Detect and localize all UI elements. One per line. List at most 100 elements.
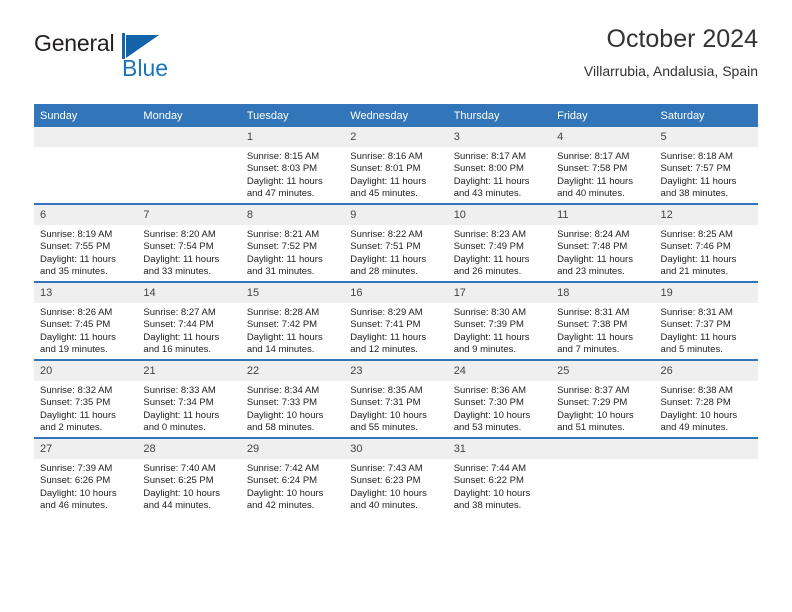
day-daylight1-text: Daylight: 11 hours: [660, 253, 737, 265]
calendar-cell-day[interactable]: 29 Sunrise: 7:42 AM Sunset: 6:24 PM Dayligh…: [240, 437, 345, 515]
calendar-cell-day[interactable]: 3 Sunrise: 8:17 AM Sunset: 8:00 PM Daylight…: [447, 127, 552, 204]
day-daylight1-text: Daylight: 11 hours: [143, 409, 220, 421]
day-sunset-text: Sunset: 7:30 PM: [453, 397, 524, 409]
calendar-cell-day[interactable]: 5 Sunrise: 8:18 AM Sunset: 7:57 PM Daylight…: [654, 127, 758, 204]
day-sunset-text: Sunset: 7:45 PM: [40, 319, 111, 331]
day-daylight2-text: and 35 minutes.: [40, 266, 108, 278]
calendar-table: Sunday Monday Tuesday Wednesday Thursday…: [34, 104, 758, 515]
day-daylight1-text: Daylight: 10 hours: [350, 487, 427, 499]
day-sun-info: Sunrise: 8:31 AM Sunset: 7:37 PM Daylight:…: [655, 303, 758, 357]
calendar-cell-day[interactable]: 9 Sunrise: 8:22 AM Sunset: 7:51 PM Daylight…: [344, 203, 448, 282]
calendar-cell-day[interactable]: 30 Sunrise: 7:43 AM Sunset: 6:23 PM Dayligh…: [344, 437, 448, 515]
day-sun-info: Sunrise: 8:36 AM Sunset: 7:30 PM Daylight:…: [448, 381, 551, 435]
calendar-cell-day[interactable]: 4 Sunrise: 8:17 AM Sunset: 7:58 PM Daylight…: [551, 127, 655, 204]
day-sunrise-text: Sunrise: 8:16 AM: [350, 151, 423, 162]
day-sun-info: Sunrise: 7:43 AM Sunset: 6:23 PM Daylight:…: [344, 459, 447, 513]
calendar-week-row: 6 Sunrise: 8:19 AM Sunset: 7:55 PM Daylight…: [34, 203, 758, 282]
day-sunset-text: Sunset: 7:49 PM: [453, 241, 524, 253]
day-sunset-text: Sunset: 8:03 PM: [246, 163, 318, 175]
day-sun-info: Sunrise: 7:42 AM Sunset: 6:24 PM Daylight:…: [241, 459, 344, 513]
day-number: 26: [654, 361, 758, 381]
calendar-cell-day[interactable]: 7 Sunrise: 8:20 AM Sunset: 7:54 PM Daylight…: [137, 203, 241, 282]
calendar-cell-day[interactable]: 15 Sunrise: 8:28 AM Sunset: 7:42 PM Dayligh…: [240, 281, 345, 360]
calendar-cell-day[interactable]: 2 Sunrise: 8:16 AM Sunset: 8:01 PM Daylight…: [344, 127, 448, 204]
day-daylight1-text: Daylight: 11 hours: [350, 253, 427, 265]
day-daylight1-text: Daylight: 10 hours: [660, 409, 738, 421]
day-sunrise-text: Sunrise: 8:20 AM: [143, 229, 216, 240]
calendar-cell-day[interactable]: 11 Sunrise: 8:24 AM Sunset: 7:48 PM Dayligh…: [551, 203, 655, 282]
day-daylight1-text: Daylight: 11 hours: [453, 331, 530, 343]
day-number: 23: [344, 361, 448, 381]
day-sun-info: [137, 147, 240, 151]
calendar-cell-day[interactable]: 13 Sunrise: 8:26 AM Sunset: 7:45 PM Dayligh…: [34, 281, 138, 360]
day-number: 14: [137, 283, 241, 303]
day-sunset-text: Sunset: 8:01 PM: [350, 163, 421, 175]
calendar-cell-day[interactable]: 14 Sunrise: 8:27 AM Sunset: 7:44 PM Dayligh…: [137, 281, 241, 360]
day-daylight1-text: Daylight: 10 hours: [40, 487, 117, 499]
calendar-cell-day[interactable]: 26 Sunrise: 8:38 AM Sunset: 7:28 PM Dayligh…: [654, 359, 758, 438]
weekday-header-saturday: Saturday: [654, 104, 758, 127]
day-sun-info: Sunrise: 8:33 AM Sunset: 7:34 PM Daylight:…: [137, 381, 240, 435]
day-daylight2-text: and 49 minutes.: [660, 422, 729, 434]
calendar-cell-day[interactable]: 8 Sunrise: 8:21 AM Sunset: 7:52 PM Daylight…: [240, 203, 345, 282]
calendar-cell-day[interactable]: 20 Sunrise: 8:32 AM Sunset: 7:35 PM Dayligh…: [34, 359, 138, 438]
calendar-cell-day[interactable]: 21 Sunrise: 8:33 AM Sunset: 7:34 PM Dayligh…: [137, 359, 241, 438]
calendar-cell-day[interactable]: 18 Sunrise: 8:31 AM Sunset: 7:38 PM Dayligh…: [551, 281, 655, 360]
calendar-cell-day[interactable]: 25 Sunrise: 8:37 AM Sunset: 7:29 PM Dayligh…: [551, 359, 655, 438]
day-number: 5: [654, 127, 758, 147]
brand-logo[interactable]: General Blue: [34, 30, 234, 86]
calendar-cell-day[interactable]: 16 Sunrise: 8:29 AM Sunset: 7:41 PM Dayligh…: [344, 281, 448, 360]
day-sunrise-text: Sunrise: 8:15 AM: [246, 151, 320, 162]
day-sun-info: Sunrise: 8:19 AM Sunset: 7:55 PM Daylight:…: [34, 225, 137, 279]
day-sunrise-text: Sunrise: 8:27 AM: [143, 307, 216, 318]
day-sunrise-text: Sunrise: 8:23 AM: [453, 229, 527, 240]
day-sun-info: Sunrise: 8:24 AM Sunset: 7:48 PM Daylight:…: [551, 225, 654, 279]
day-sun-info: Sunrise: 8:27 AM Sunset: 7:44 PM Daylight:…: [137, 303, 240, 357]
day-daylight2-text: and 23 minutes.: [557, 266, 625, 278]
day-sunrise-text: Sunrise: 8:34 AM: [246, 385, 320, 396]
day-number: 12: [654, 205, 758, 225]
calendar-cell-day[interactable]: 6 Sunrise: 8:19 AM Sunset: 7:55 PM Daylight…: [34, 203, 138, 282]
calendar-week-row: 27 Sunrise: 7:39 AM Sunset: 6:26 PM Dayligh…: [34, 437, 758, 515]
calendar-cell-day[interactable]: 10 Sunrise: 8:23 AM Sunset: 7:49 PM Dayligh…: [447, 203, 552, 282]
day-daylight2-text: and 38 minutes.: [660, 188, 729, 200]
day-number: 2: [344, 127, 448, 147]
day-sunset-text: Sunset: 7:57 PM: [660, 163, 731, 175]
day-daylight1-text: Daylight: 10 hours: [246, 409, 324, 421]
calendar-cell-day[interactable]: 31 Sunrise: 7:44 AM Sunset: 6:22 PM Dayligh…: [447, 437, 552, 515]
day-number: [654, 439, 758, 459]
day-sun-info: Sunrise: 8:17 AM Sunset: 7:58 PM Daylight:…: [551, 147, 654, 201]
day-sunrise-text: Sunrise: 8:19 AM: [40, 229, 113, 240]
calendar-cell-day[interactable]: 1 Sunrise: 8:15 AM Sunset: 8:03 PM Daylight…: [240, 127, 345, 204]
day-sunrise-text: Sunrise: 8:37 AM: [557, 385, 630, 396]
weekday-header-thursday: Thursday: [447, 104, 552, 127]
day-daylight2-text: and 21 minutes.: [660, 266, 729, 278]
day-sun-info: Sunrise: 8:32 AM Sunset: 7:35 PM Daylight:…: [34, 381, 137, 435]
day-sunrise-text: Sunrise: 8:26 AM: [40, 307, 113, 318]
day-number: 24: [447, 361, 552, 381]
calendar-cell-day[interactable]: 19 Sunrise: 8:31 AM Sunset: 7:37 PM Dayligh…: [654, 281, 758, 360]
day-sunset-text: Sunset: 7:39 PM: [453, 319, 524, 331]
day-daylight1-text: Daylight: 10 hours: [246, 487, 324, 499]
calendar-week-row: 20 Sunrise: 8:32 AM Sunset: 7:35 PM Dayligh…: [34, 359, 758, 438]
day-sunset-text: Sunset: 7:52 PM: [246, 241, 318, 253]
calendar-cell-day[interactable]: 27 Sunrise: 7:39 AM Sunset: 6:26 PM Dayligh…: [34, 437, 138, 515]
day-daylight1-text: Daylight: 11 hours: [350, 175, 427, 187]
calendar-cell-day[interactable]: 17 Sunrise: 8:30 AM Sunset: 7:39 PM Dayligh…: [447, 281, 552, 360]
day-number: 6: [34, 205, 138, 225]
day-sunset-text: Sunset: 6:23 PM: [350, 475, 421, 487]
day-daylight2-text: and 58 minutes.: [246, 422, 315, 434]
day-sun-info: Sunrise: 8:23 AM Sunset: 7:49 PM Daylight:…: [448, 225, 551, 279]
calendar-cell-day[interactable]: 23 Sunrise: 8:35 AM Sunset: 7:31 PM Dayligh…: [344, 359, 448, 438]
day-daylight1-text: Daylight: 11 hours: [557, 175, 633, 187]
day-daylight2-text: and 42 minutes.: [246, 500, 315, 512]
day-sun-info: [34, 147, 137, 151]
calendar-cell-day[interactable]: 12 Sunrise: 8:25 AM Sunset: 7:46 PM Dayligh…: [654, 203, 758, 282]
calendar-cell-day[interactable]: 24 Sunrise: 8:36 AM Sunset: 7:30 PM Dayligh…: [447, 359, 552, 438]
day-sunset-text: Sunset: 7:58 PM: [557, 163, 628, 175]
calendar-cell-day[interactable]: 28 Sunrise: 7:40 AM Sunset: 6:25 PM Dayligh…: [137, 437, 241, 515]
day-number: 29: [240, 439, 345, 459]
page-header: General Blue October 2024 Villarrubia, A…: [34, 22, 758, 96]
calendar-cell-day[interactable]: 22 Sunrise: 8:34 AM Sunset: 7:33 PM Dayligh…: [240, 359, 345, 438]
day-daylight2-text: and 28 minutes.: [350, 266, 418, 278]
